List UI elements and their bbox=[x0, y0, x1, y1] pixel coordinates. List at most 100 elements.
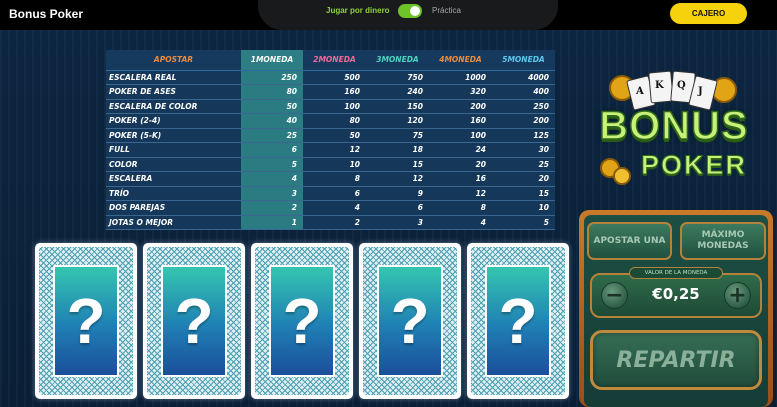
card-face: ? bbox=[485, 265, 551, 377]
paytable-row: ESCALERA REAL 250 500 750 1000 4000 bbox=[106, 70, 555, 85]
increase-coin-button[interactable]: + bbox=[724, 282, 751, 309]
paytable-row: ESCALERA 4 8 12 16 20 bbox=[106, 171, 555, 187]
payout-cell: 3 bbox=[366, 215, 429, 230]
payout-cell: 5 bbox=[492, 215, 555, 230]
payout-cell: 20 bbox=[492, 171, 555, 187]
card-slot-2[interactable]: ? bbox=[143, 243, 245, 399]
practice-label[interactable]: Práctica bbox=[432, 6, 461, 15]
payout-cell: 4 bbox=[241, 171, 303, 187]
card-face: ? bbox=[53, 265, 119, 377]
payout-cell: 8 bbox=[303, 171, 366, 187]
payout-cell: 1 bbox=[241, 215, 303, 230]
hand-name: ESCALERA DE COLOR bbox=[106, 99, 241, 114]
payout-cell: 500 bbox=[303, 70, 366, 85]
payout-cell: 150 bbox=[366, 99, 429, 114]
logo-poker-text: POKER bbox=[640, 150, 748, 181]
question-mark-icon: ? bbox=[498, 285, 538, 357]
paytable-row: JOTAS O MEJOR 1 2 3 4 5 bbox=[106, 215, 555, 230]
payout-cell: 20 bbox=[429, 157, 492, 172]
bet-one-button[interactable]: APOSTAR UNA bbox=[587, 222, 672, 260]
card-letter: J bbox=[697, 86, 703, 97]
question-mark-icon: ? bbox=[174, 285, 214, 357]
hand-name: POKER DE ASES bbox=[106, 84, 241, 100]
cashier-button[interactable]: CAJERO bbox=[670, 3, 747, 24]
payout-cell: 10 bbox=[303, 157, 366, 172]
card-letter: A bbox=[635, 86, 644, 97]
paytable-row: COLOR 5 10 15 20 25 bbox=[106, 157, 555, 172]
payout-cell: 160 bbox=[429, 113, 492, 129]
paytable-row: POKER DE ASES 80 160 240 320 400 bbox=[106, 84, 555, 100]
logo-bonus-text: BONUS bbox=[599, 103, 749, 149]
payout-cell: 1000 bbox=[429, 70, 492, 85]
question-mark-icon: ? bbox=[390, 285, 430, 357]
payout-cell: 160 bbox=[303, 84, 366, 100]
payout-cell: 25 bbox=[492, 157, 555, 172]
hand-name: FULL bbox=[106, 142, 241, 158]
card-slot-3[interactable]: ? bbox=[251, 243, 353, 399]
paytable-row: DOS PAREJAS 2 4 6 8 10 bbox=[106, 200, 555, 216]
toggle-knob bbox=[410, 6, 420, 16]
max-coins-label-2: MONEDAS bbox=[697, 241, 749, 251]
hand-name: POKER (2-4) bbox=[106, 113, 241, 129]
payout-cell: 12 bbox=[366, 171, 429, 187]
payout-cell: 3 bbox=[241, 186, 303, 201]
payout-cell: 4000 bbox=[492, 70, 555, 85]
payout-cell: 10 bbox=[492, 200, 555, 216]
deal-button[interactable]: REPARTIR bbox=[590, 330, 762, 390]
payout-cell: 16 bbox=[429, 171, 492, 187]
card-slot-1[interactable]: ? bbox=[35, 243, 137, 399]
payout-cell: 100 bbox=[303, 99, 366, 114]
payout-cell: 4 bbox=[429, 215, 492, 230]
payout-cell: 100 bbox=[429, 128, 492, 143]
payout-cell: 12 bbox=[303, 142, 366, 158]
payout-cell: 15 bbox=[366, 157, 429, 172]
payout-cell: 40 bbox=[241, 113, 303, 129]
payout-cell: 15 bbox=[492, 186, 555, 201]
payout-cell: 24 bbox=[429, 142, 492, 158]
payout-cell: 2 bbox=[303, 215, 366, 230]
max-coins-button[interactable]: MÁXIMO MONEDAS bbox=[680, 222, 766, 260]
card-face: ? bbox=[269, 265, 335, 377]
payout-cell: 50 bbox=[241, 99, 303, 114]
card-slot-4[interactable]: ? bbox=[359, 243, 461, 399]
max-coins-label-1: MÁXIMO bbox=[701, 230, 745, 240]
card-letter: Q bbox=[677, 80, 686, 91]
payout-cell: 50 bbox=[303, 128, 366, 143]
payout-cell: 2 bbox=[241, 200, 303, 216]
payout-cell: 400 bbox=[492, 84, 555, 100]
paytable-header: 5MONEDA bbox=[492, 50, 555, 71]
real-money-label[interactable]: Jugar por dinero bbox=[326, 6, 390, 15]
mode-toggle[interactable] bbox=[398, 4, 422, 18]
hand-name: ESCALERA REAL bbox=[106, 70, 241, 85]
hand-name: POKER (5-K) bbox=[106, 128, 241, 143]
question-mark-icon: ? bbox=[66, 285, 106, 357]
decrease-coin-button[interactable]: − bbox=[601, 282, 628, 309]
payout-cell: 6 bbox=[241, 142, 303, 158]
hand-name: TRÍO bbox=[106, 186, 241, 201]
paytable-header: 1MONEDA bbox=[241, 50, 303, 71]
paytable-header: 3MONEDA bbox=[366, 50, 429, 71]
payout-cell: 6 bbox=[366, 200, 429, 216]
payout-cell: 240 bbox=[366, 84, 429, 100]
question-mark-icon: ? bbox=[282, 285, 322, 357]
payout-cell: 200 bbox=[429, 99, 492, 114]
top-bar: Bonus Poker Jugar por dinero Práctica CA… bbox=[0, 0, 777, 30]
coin-icon bbox=[613, 167, 631, 185]
payout-cell: 120 bbox=[366, 113, 429, 129]
payout-cell: 30 bbox=[492, 142, 555, 158]
card-letter: K bbox=[655, 80, 664, 91]
hand-name: ESCALERA bbox=[106, 171, 241, 187]
paytable-header: APOSTAR bbox=[106, 50, 241, 71]
paytable-row: ESCALERA DE COLOR 50 100 150 200 250 bbox=[106, 99, 555, 114]
card-slot-5[interactable]: ? bbox=[467, 243, 569, 399]
payout-cell: 200 bbox=[492, 113, 555, 129]
payout-cell: 250 bbox=[241, 70, 303, 85]
hand-name: JOTAS O MEJOR bbox=[106, 215, 241, 230]
coin-value-label: VALOR DE LA MONEDA bbox=[629, 267, 723, 279]
coin-value: €0,25 bbox=[652, 285, 700, 303]
paytable-header-row: APOSTAR 1MONEDA 2MONEDA 3MONEDA 4MONEDA … bbox=[106, 50, 555, 71]
paytable-header: 2MONEDA bbox=[303, 50, 366, 71]
payout-cell: 8 bbox=[429, 200, 492, 216]
payout-cell: 75 bbox=[366, 128, 429, 143]
payout-cell: 9 bbox=[366, 186, 429, 201]
